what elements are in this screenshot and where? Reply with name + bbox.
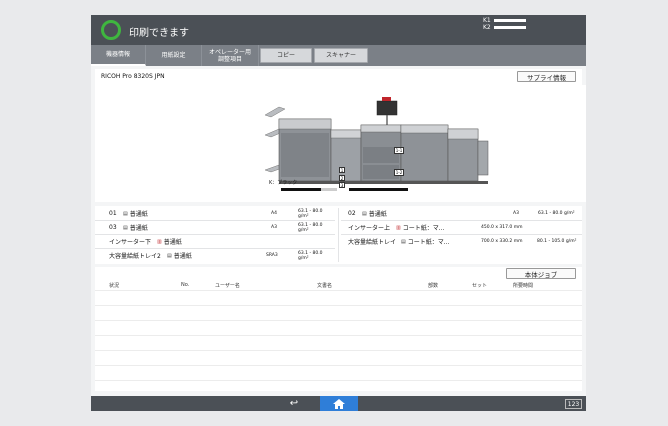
tray-paper-size: A4 (271, 211, 277, 216)
toner-k1-bar (493, 19, 526, 22)
tray-paper-size: A3 (271, 225, 277, 230)
paper-tray-icon: ▥ (396, 224, 401, 231)
tray-paper-weight: 63.1 - 80.0 g/m² (298, 208, 323, 219)
paper-tray-icon: ▤ (362, 210, 367, 217)
tray-paper-type: 普通紙 (368, 211, 387, 218)
tray-name: インサーター上 (348, 225, 391, 232)
tray-name: 大容量給紙トレイ2 (109, 253, 161, 260)
paper-tray-icon: ▤ (123, 210, 128, 217)
device-panel: 印刷できます K1 K2 機器情報 用紙設定 オペレーター用 調整項目 コピー … (91, 15, 586, 411)
tab-operator-adjustments[interactable]: オペレーター用 調整項目 (202, 45, 259, 66)
col-user: ユーザー名 (215, 283, 240, 289)
tray-paper-weight: 63.1 - 80.0 g/m² (298, 250, 323, 261)
tray-marker-1: 1 (339, 167, 345, 173)
tray-01[interactable]: 01 ▤ 普通紙 A4 63.1 - 80.0 g/m² (109, 208, 334, 219)
toner-k2-label: K2 (483, 24, 491, 31)
tray-marker-1-1: 1-1 (394, 147, 404, 154)
tray-03[interactable]: 03 ▤ 普通紙 A3 63.1 - 80.0 g/m² (109, 222, 334, 233)
tray-inserter-upper[interactable]: インサーター上 ▥ コート紙：マ... 450.0 x 317.0 mm (348, 222, 580, 233)
tray-paper-size: A3 (513, 211, 519, 216)
toner-k2-bar (493, 26, 526, 29)
tray-paper-type: コート紙：マ... (402, 225, 445, 232)
tray-paper-size: SRA3 (266, 253, 278, 258)
home-icon[interactable] (320, 396, 358, 411)
col-time: 所要時間 (513, 283, 534, 289)
toner-level-empty (321, 188, 337, 191)
toner-label: K：ブラック (269, 180, 298, 186)
col-no: No. (181, 282, 190, 288)
ready-status-icon (101, 20, 121, 40)
tray-02[interactable]: 02 ▤ 普通紙 A3 63.1 - 80.0 g/m² (348, 208, 580, 219)
supply-info-button[interactable]: サプライ情報 (517, 71, 576, 82)
paper-tray-icon: ▤ (401, 238, 406, 245)
toner-indicator: K1 K2 (483, 17, 526, 31)
tray-list: 01 ▤ 普通紙 A4 63.1 - 80.0 g/m² 03 ▤ 普通紙 A3… (95, 206, 582, 264)
model-name: RICOH Pro 8320S JPN (101, 73, 165, 80)
tray-lct-2[interactable]: 大容量給紙トレイ2 ▤ 普通紙 SRA3 63.1 - 80.0 g/m² (109, 250, 334, 261)
toner-k1-label: K1 (483, 17, 491, 24)
tray-marker-1-2: 1-2 (394, 169, 404, 176)
col-sets: セット (472, 283, 488, 289)
status-header: 印刷できます K1 K2 (91, 15, 586, 45)
tray-paper-size: 700.0 x 330.2 mm (481, 239, 523, 244)
keypad-button[interactable]: 123 (565, 399, 582, 409)
col-status: 状況 (109, 283, 120, 289)
tray-paper-weight: 80.1 - 105.0 g/m² (537, 239, 577, 244)
col-document: 文書名 (317, 283, 333, 289)
job-list: 本体ジョブ 状況 No. ユーザー名 文書名 部数 セット 所要時間 (95, 267, 582, 391)
col-copies: 部数 (428, 283, 439, 289)
tray-paper-type: 普通紙 (163, 239, 182, 246)
toner-level-bar (281, 188, 321, 191)
bottom-bar: ↩ 123 (91, 396, 586, 411)
tray-inserter-lower[interactable]: インサーター下 ▥ 普通紙 (109, 236, 334, 247)
paper-tray-icon: ▤ (123, 224, 128, 231)
tray-paper-type: 普通紙 (129, 211, 148, 218)
toner-level-bar-2 (349, 188, 408, 191)
tab-paper-settings[interactable]: 用紙設定 (146, 45, 202, 66)
tab-bar: 機器情報 用紙設定 オペレーター用 調整項目 コピー スキャナー (91, 45, 586, 66)
tray-lct[interactable]: 大容量給紙トレイ ▤ コート紙：マ... 700.0 x 330.2 mm 80… (348, 236, 580, 247)
status-text: 印刷できます (129, 28, 189, 39)
tray-paper-size: 450.0 x 317.0 mm (481, 225, 523, 230)
printer-info-card: RICOH Pro 8320S JPN サプライ情報 1-1 1-2 1 2 3 (95, 69, 586, 202)
machine-job-button[interactable]: 本体ジョブ (506, 268, 576, 279)
tray-paper-type: コート紙：マ... (407, 239, 450, 246)
tray-name: インサーター下 (109, 239, 152, 246)
tray-paper-type: 普通紙 (173, 253, 192, 260)
paper-tray-icon: ▤ (167, 252, 172, 259)
tray-marker-3: 3 (339, 182, 345, 188)
tab-device-info[interactable]: 機器情報 (91, 45, 146, 66)
paper-tray-icon: ▥ (157, 238, 162, 245)
back-icon[interactable]: ↩ (284, 397, 304, 410)
tray-paper-type: 普通紙 (129, 225, 148, 232)
tray-marker-2: 2 (339, 175, 345, 181)
tray-paper-weight: 63.1 - 80.0 g/m² (538, 211, 575, 216)
tray-paper-weight: 63.1 - 80.0 g/m² (298, 222, 323, 233)
tab-scanner[interactable]: スキャナー (314, 48, 368, 63)
tab-copy[interactable]: コピー (260, 48, 312, 63)
tray-name: 大容量給紙トレイ (348, 239, 397, 246)
